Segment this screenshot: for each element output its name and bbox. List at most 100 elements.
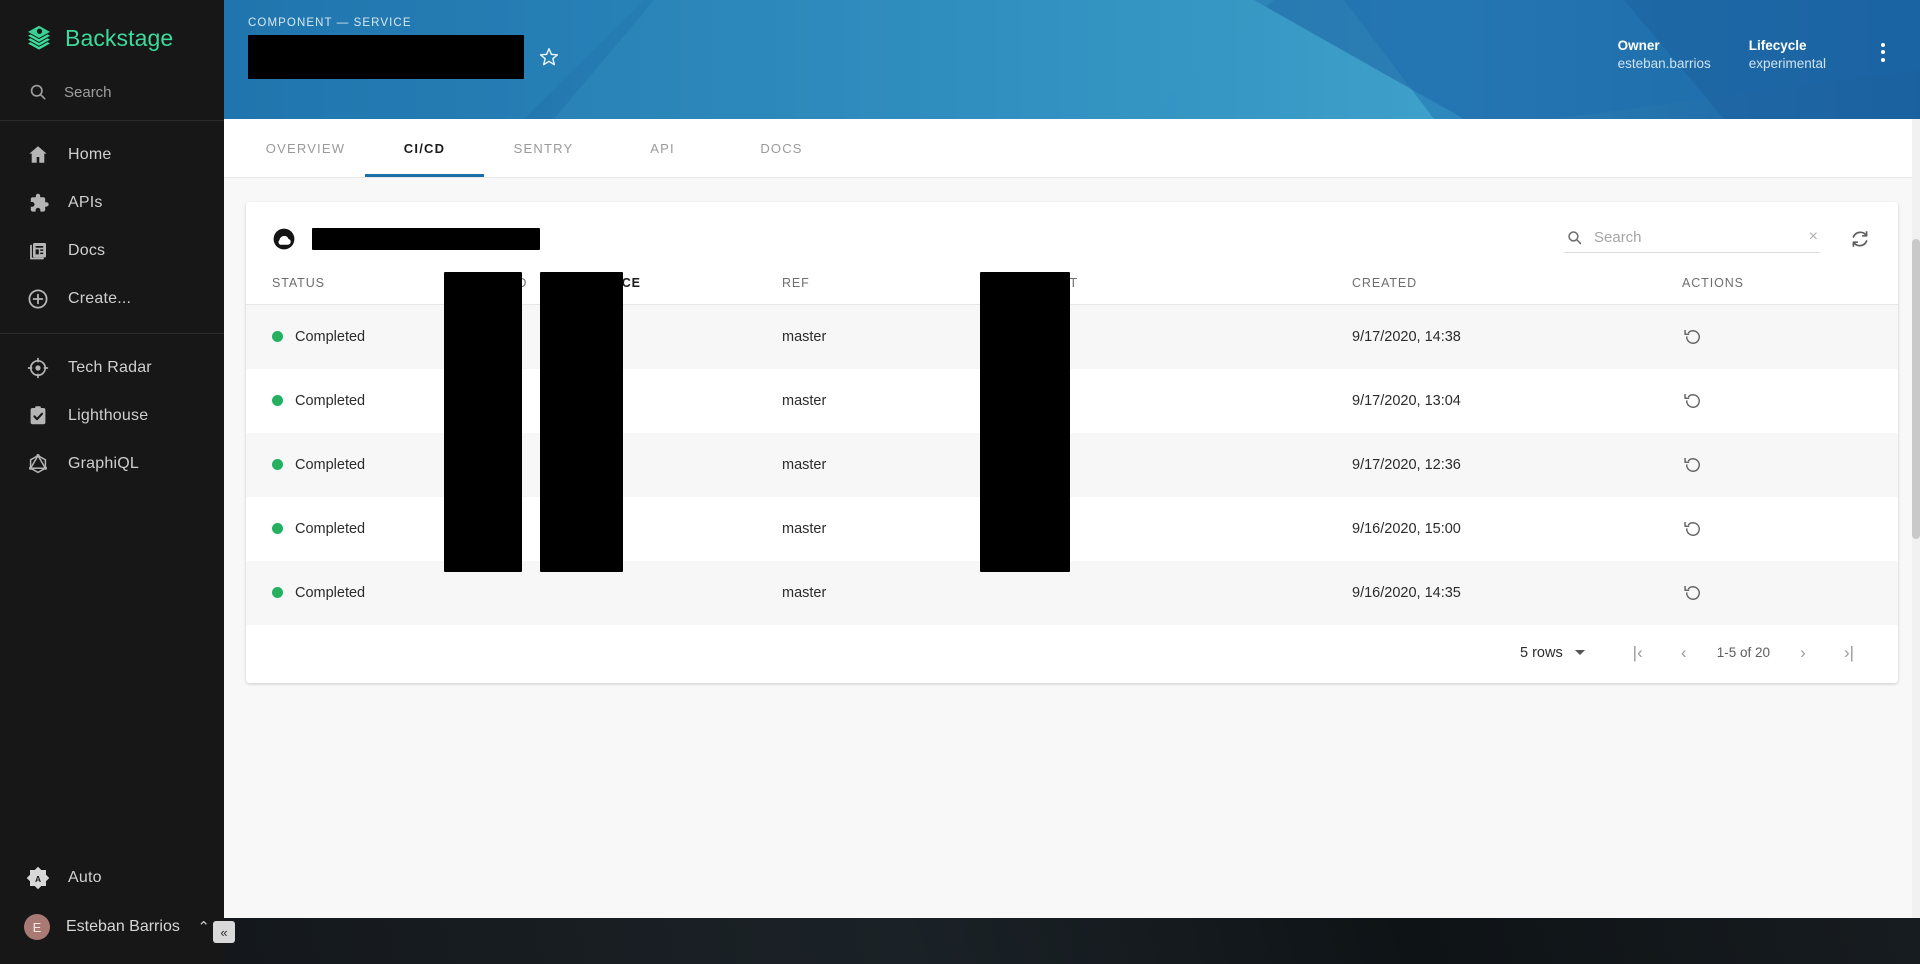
build-column-redacted	[444, 272, 522, 572]
cell-commit	[1022, 497, 1352, 561]
status-label: Completed	[295, 584, 366, 601]
sidebar-item-label: Lighthouse	[68, 407, 149, 424]
next-page-button[interactable]: ›	[1780, 636, 1826, 670]
table-search[interactable]: ×	[1564, 226, 1820, 253]
chevron-down-icon	[1574, 650, 1585, 655]
cell-commit	[1022, 369, 1352, 433]
column-header-commit[interactable]: COMMIT	[1022, 272, 1352, 305]
project-name-redacted	[312, 228, 540, 250]
sidebar-group-primary: Home APIs Docs Create...	[0, 121, 224, 333]
more-vert-icon[interactable]	[1872, 35, 1894, 69]
sidebar-item-label: Home	[68, 146, 112, 163]
svg-text:A: A	[35, 874, 41, 884]
home-icon	[29, 146, 47, 163]
builds-card-actions: ×	[1564, 226, 1872, 253]
retry-icon[interactable]	[1682, 518, 1704, 540]
search-icon	[30, 84, 46, 100]
cell-actions	[1682, 497, 1898, 561]
header-field-lifecycle: Lifecycle experimental	[1749, 37, 1826, 73]
retry-icon[interactable]	[1682, 390, 1704, 412]
table-pagination: 5 rows |‹ ‹ 1-5 of 20 › ›|	[246, 625, 1898, 683]
entity-title-redacted	[248, 35, 524, 79]
brand-logo[interactable]: Backstage	[0, 0, 224, 74]
search-input[interactable]	[1594, 228, 1794, 246]
prev-page-button[interactable]: ‹	[1661, 636, 1707, 670]
retry-icon[interactable]	[1682, 454, 1704, 476]
sidebar: Backstage Search Home APIs Docs Create..…	[0, 0, 235, 964]
cell-actions	[1682, 305, 1898, 369]
star-outline-icon[interactable]	[538, 46, 560, 68]
radar-icon	[27, 357, 49, 379]
field-label: Lifecycle	[1748, 38, 1807, 53]
sidebar-item-lighthouse[interactable]: Lighthouse	[0, 392, 224, 440]
sidebar-item-tech-radar[interactable]: Tech Radar	[0, 344, 224, 392]
plus-circle-icon	[28, 289, 48, 309]
chevron-up-icon[interactable]: ⌃	[197, 920, 214, 935]
sidebar-collapse-button[interactable]: «	[213, 921, 235, 943]
scrollbar-thumb[interactable]	[1912, 239, 1920, 539]
sidebar-bottom: A Auto E Esteban Barrios ⌃ «	[0, 854, 235, 964]
cell-actions	[1682, 561, 1898, 625]
cell-commit	[1022, 305, 1352, 369]
last-page-button[interactable]: ›|	[1826, 636, 1872, 670]
cell-actions	[1682, 369, 1898, 433]
tab-overview[interactable]: OVERVIEW	[246, 119, 365, 177]
status-dot-icon	[272, 395, 283, 406]
refresh-icon[interactable]	[1848, 227, 1872, 251]
field-value: esteban.barrios	[1617, 56, 1711, 71]
sidebar-item-docs[interactable]: Docs	[0, 227, 224, 275]
status-dot-icon	[272, 459, 283, 470]
source-column-redacted	[540, 272, 623, 572]
sidebar-group-plugins: Tech Radar Lighthouse GraphiQL	[0, 334, 224, 498]
sidebar-search-placeholder: Search	[64, 83, 112, 101]
content-area: ×	[224, 178, 1920, 683]
sidebar-item-label: Docs	[68, 242, 106, 259]
sidebar-item-apis[interactable]: APIs	[0, 179, 224, 227]
cell-commit	[1022, 433, 1352, 497]
retry-icon[interactable]	[1682, 326, 1704, 348]
entity-kicker: COMPONENT — SERVICE	[248, 17, 412, 29]
sidebar-item-label: Tech Radar	[68, 359, 152, 376]
retry-icon[interactable]	[1682, 582, 1704, 604]
search-icon	[1568, 230, 1582, 244]
clipboard-check-icon	[30, 406, 46, 425]
commit-column-redacted	[980, 272, 1070, 572]
sidebar-user[interactable]: E Esteban Barrios ⌃ «	[0, 902, 235, 952]
circleci-cloud-icon	[273, 228, 295, 250]
rows-per-page-label: 5 rows	[1519, 644, 1563, 661]
field-value: experimental	[1748, 56, 1826, 71]
status-dot-icon	[272, 331, 283, 343]
rows-per-page-select[interactable]: 5 rows	[1520, 645, 1585, 661]
page-scrollbar[interactable]	[1912, 119, 1920, 918]
builds-card-header: ×	[246, 202, 1898, 272]
first-page-button[interactable]: |‹	[1615, 636, 1661, 670]
sidebar-item-label: GraphiQL	[68, 455, 139, 472]
graphql-icon	[29, 454, 47, 474]
tab-api[interactable]: API	[603, 119, 722, 177]
sidebar-item-graphiql[interactable]: GraphiQL	[0, 440, 224, 488]
entity-tabs: OVERVIEW CI/CD SENTRY API DOCS	[224, 119, 1920, 178]
header-field-owner: Owner esteban.barrios	[1618, 37, 1711, 73]
brightness-auto-icon: A	[26, 866, 50, 890]
cell-created: 9/17/2020, 13:04	[1352, 392, 1461, 409]
header-meta: Owner esteban.barrios Lifecycle experime…	[1618, 17, 1894, 73]
builds-card: ×	[246, 202, 1898, 683]
column-header-created[interactable]: CREATED	[1352, 272, 1682, 305]
avatar: E	[24, 914, 50, 940]
sidebar-item-create[interactable]: Create...	[0, 275, 224, 323]
tab-sentry[interactable]: SENTRY	[484, 119, 603, 177]
sidebar-search[interactable]: Search	[0, 74, 224, 120]
pagination-range: 1-5 of 20	[1716, 645, 1770, 660]
status-dot-icon	[272, 587, 283, 598]
sidebar-user-name: Esteban Barrios	[66, 918, 180, 935]
sidebar-item-theme-auto[interactable]: A Auto	[0, 854, 224, 902]
status-label: Completed	[295, 328, 366, 345]
tab-cicd[interactable]: CI/CD	[365, 119, 484, 177]
status-label: Completed	[295, 392, 366, 409]
sidebar-item-home[interactable]: Home	[0, 131, 224, 179]
clear-search-icon[interactable]: ×	[1805, 229, 1818, 245]
sidebar-item-label: APIs	[68, 194, 103, 211]
tab-docs[interactable]: DOCS	[722, 119, 841, 177]
cell-created: 9/17/2020, 14:38	[1352, 328, 1461, 345]
